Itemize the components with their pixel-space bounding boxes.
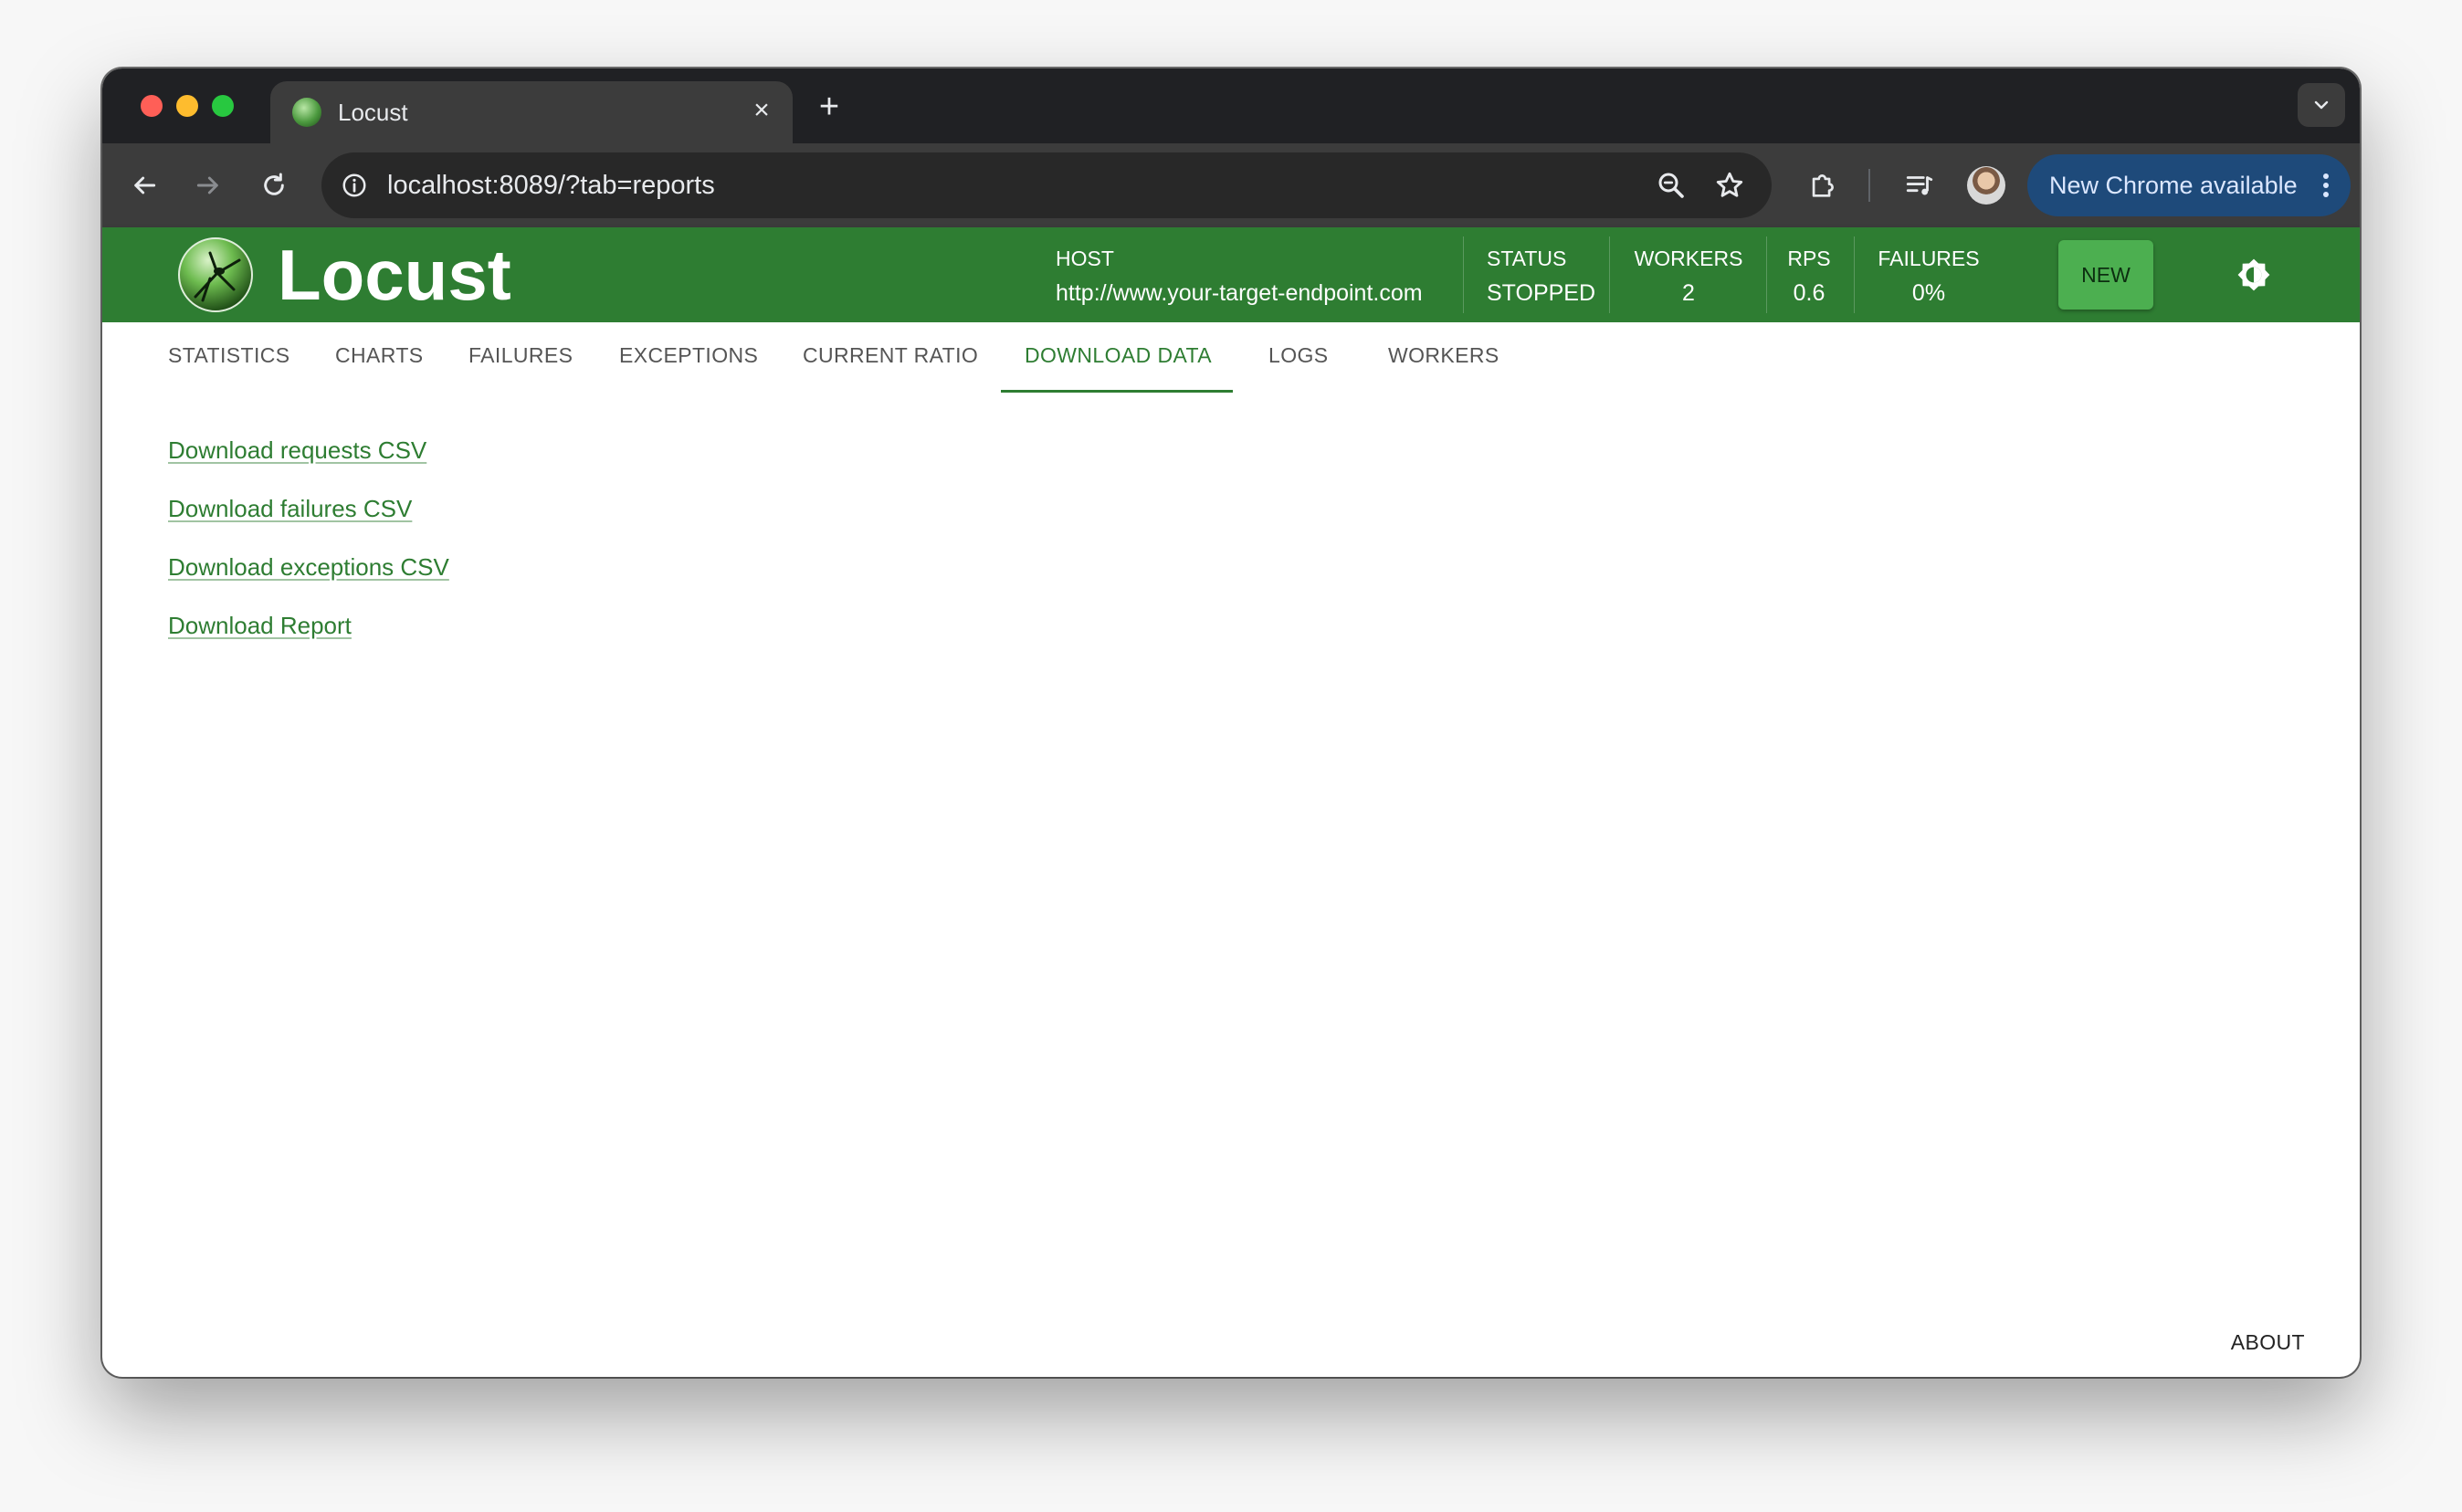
browser-toolbar: localhost:8089/?tab=reports New Chrome a… [102, 143, 2360, 227]
profile-avatar[interactable] [1967, 166, 2005, 205]
status-label: STATUS [1487, 247, 1567, 270]
browser-window: Locust × + localhost:8089/?tab=reports N… [102, 68, 2360, 1377]
failures-value: 0% [1911, 280, 1946, 306]
rps-value: 0.6 [1793, 280, 1825, 306]
locust-favicon-icon [292, 98, 321, 127]
forward-arrow-icon[interactable] [188, 165, 228, 205]
address-bar[interactable]: localhost:8089/?tab=reports [321, 152, 1772, 218]
tab-failures[interactable]: FAILURES [468, 337, 573, 373]
site-info-icon[interactable] [336, 167, 373, 204]
rps-label: RPS [1787, 247, 1831, 270]
stat-divider [1609, 236, 1610, 313]
update-button-label: New Chrome available [2049, 172, 2298, 199]
failures-stat: FAILURES 0% [1872, 240, 1985, 311]
workers-value: 2 [1682, 280, 1695, 306]
tab-workers[interactable]: WORKERS [1388, 337, 1499, 373]
screenshot-stage: Locust × + localhost:8089/?tab=reports N… [0, 0, 2462, 1512]
failures-label: FAILURES [1878, 247, 1980, 270]
reload-icon[interactable] [254, 165, 294, 205]
download-requests-csv-link[interactable]: Download requests CSV [168, 434, 449, 467]
workers-stat: WORKERS 2 [1633, 240, 1744, 311]
kebab-menu-icon[interactable] [2321, 169, 2330, 202]
status-value: STOPPED [1487, 280, 1596, 306]
maximize-window-button[interactable] [212, 95, 234, 117]
tab-search-chevron-icon[interactable] [2298, 83, 2345, 127]
stat-divider [1463, 236, 1464, 313]
report-tabs: STATISTICS CHARTS FAILURES EXCEPTIONS CU… [102, 322, 2360, 395]
app-logo-text: Locust [278, 235, 511, 315]
tab-strip: Locust × + [102, 68, 2360, 143]
close-window-button[interactable] [141, 95, 163, 117]
stat-divider [1854, 236, 1855, 313]
about-link[interactable]: ABOUT [2231, 1326, 2305, 1359]
locust-logo-icon[interactable] [177, 236, 254, 313]
browser-tab-title: Locust [338, 99, 408, 126]
browser-tab-locust[interactable]: Locust × [270, 81, 793, 143]
minimize-window-button[interactable] [176, 95, 198, 117]
media-playlist-icon[interactable] [1899, 165, 1940, 205]
locust-header: Locust HOST http://www.your-target-endpo… [102, 227, 2360, 322]
theme-toggle-icon[interactable] [2234, 255, 2274, 295]
tab-charts[interactable]: CHARTS [335, 337, 424, 373]
tab-download-data[interactable]: DOWNLOAD DATA [1025, 337, 1212, 373]
status-stat: STATUS STOPPED [1487, 240, 1595, 311]
bookmark-star-icon[interactable] [1713, 169, 1746, 202]
download-data-panel: Download requests CSV Download failures … [168, 434, 449, 667]
back-arrow-icon[interactable] [124, 165, 164, 205]
new-tab-icon[interactable]: + [811, 89, 847, 125]
url-text: localhost:8089/?tab=reports [387, 171, 715, 200]
host-label: HOST [1056, 247, 1114, 270]
download-failures-csv-link[interactable]: Download failures CSV [168, 492, 449, 525]
tab-logs[interactable]: LOGS [1268, 337, 1329, 373]
tab-current-ratio[interactable]: CURRENT RATIO [803, 337, 978, 373]
download-exceptions-csv-link[interactable]: Download exceptions CSV [168, 551, 449, 583]
download-report-link[interactable]: Download Report [168, 609, 449, 642]
zoom-icon[interactable] [1655, 169, 1688, 202]
rps-stat: RPS 0.6 [1783, 240, 1836, 311]
workers-label: WORKERS [1634, 247, 1743, 270]
new-chrome-available-button[interactable]: New Chrome available [2027, 154, 2351, 216]
tab-statistics[interactable]: STATISTICS [168, 337, 290, 373]
stat-divider [1766, 236, 1767, 313]
tab-exceptions[interactable]: EXCEPTIONS [619, 337, 758, 373]
new-test-button[interactable]: NEW [2058, 240, 2153, 310]
close-tab-icon[interactable]: × [745, 94, 778, 127]
toolbar-divider [1868, 169, 1870, 202]
host-value: http://www.your-target-endpoint.com [1056, 280, 1423, 306]
active-tab-indicator [1001, 390, 1233, 393]
host-stat: HOST http://www.your-target-endpoint.com [1056, 240, 1423, 311]
extensions-puzzle-icon[interactable] [1803, 165, 1843, 205]
